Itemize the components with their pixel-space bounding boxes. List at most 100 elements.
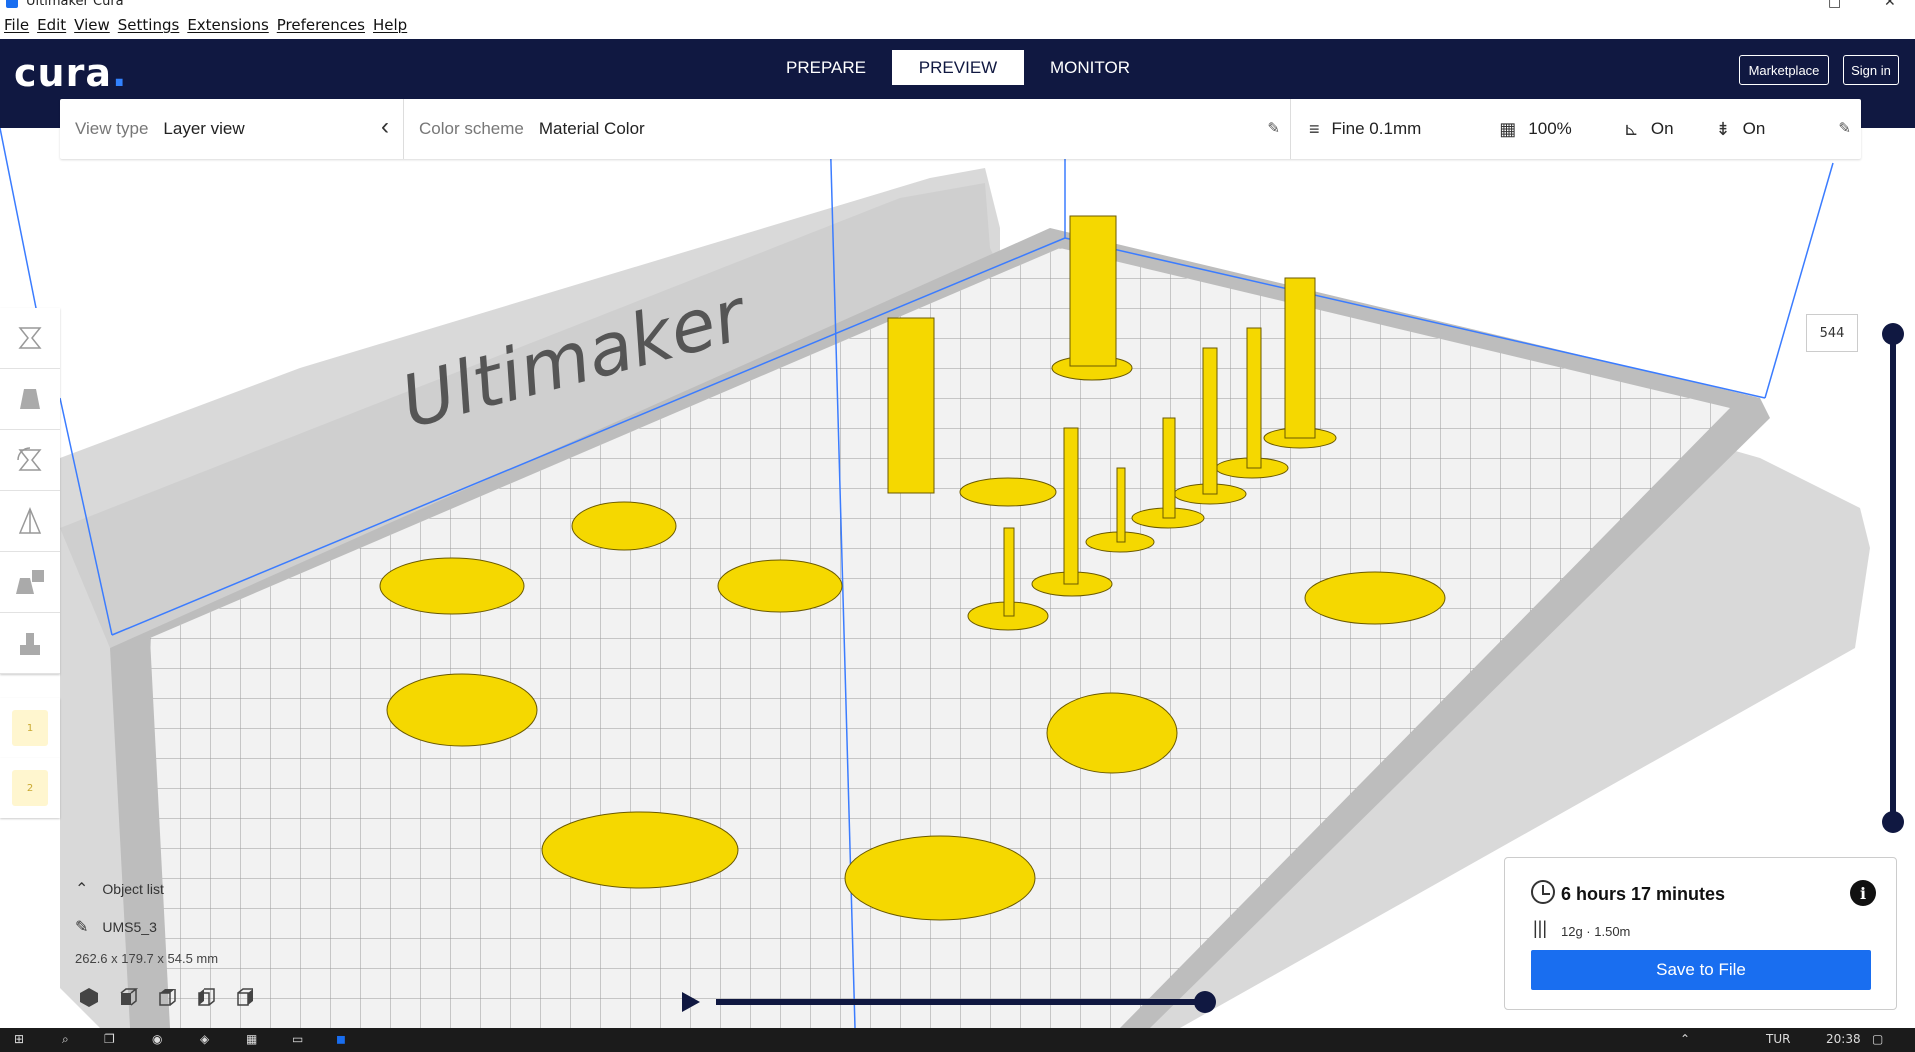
per-model-settings-tool[interactable] xyxy=(0,552,60,613)
move-tool[interactable] xyxy=(0,308,60,369)
tab-prepare[interactable]: PREPARE xyxy=(760,50,892,85)
move-icon xyxy=(18,327,42,349)
color-scheme-selector[interactable]: Color scheme Material Color ✎ xyxy=(404,99,1291,159)
front-view-icon[interactable] xyxy=(117,986,139,1008)
menu-settings[interactable]: Settings xyxy=(118,16,180,34)
object-name-row[interactable]: ✎ UMS5_3 xyxy=(75,917,218,937)
menu-preferences[interactable]: Preferences xyxy=(277,16,365,34)
spool-icon: ||| xyxy=(1533,918,1548,938)
object-dimensions: 262.6 x 179.7 x 54.5 mm xyxy=(75,951,219,966)
profile-layers-icon: ≡ xyxy=(1309,118,1320,139)
menu-bar: File Edit View Settings Extensions Prefe… xyxy=(0,10,1915,39)
infill-value: 100% xyxy=(1528,119,1572,138)
layer-slider-track[interactable] xyxy=(1890,334,1896,822)
color-scheme-label: Color scheme xyxy=(419,119,524,138)
taskbar-clock[interactable]: 20:38 xyxy=(1826,1032,1861,1046)
print-time: 6 hours 17 minutes xyxy=(1561,884,1726,904)
rotate-icon xyxy=(17,447,42,471)
build-volume-edge xyxy=(0,128,41,329)
support-blocker-icon xyxy=(20,633,40,655)
discord-icon[interactable]: ◈ xyxy=(200,1032,209,1046)
view-settings-bar: View type Layer view ‹ Color scheme Mate… xyxy=(60,99,1861,159)
close-icon[interactable]: ✕ xyxy=(1884,0,1896,10)
simulation-slider-track[interactable] xyxy=(716,999,1206,1005)
chevron-up-icon[interactable]: ⌃ xyxy=(1680,1032,1690,1046)
layer-slider-top-handle[interactable] xyxy=(1882,323,1904,345)
play-icon[interactable] xyxy=(680,990,702,1014)
object-list-toggle[interactable]: ⌃ Object list xyxy=(75,879,218,899)
pencil-icon[interactable]: ✎ xyxy=(1267,119,1280,137)
marketplace-button[interactable]: Marketplace xyxy=(1739,55,1829,85)
support-icon: ⊾ xyxy=(1623,118,1639,139)
adhesion-icon: ⇟ xyxy=(1715,118,1731,139)
tab-monitor[interactable]: MONITOR xyxy=(1024,50,1156,85)
right-view-icon[interactable] xyxy=(234,986,256,1008)
mirror-tool[interactable] xyxy=(0,491,60,552)
per-model-settings-icon xyxy=(16,570,44,594)
cura-taskbar-icon[interactable]: ◼ xyxy=(336,1032,346,1046)
object-name: UMS5_3 xyxy=(102,919,157,935)
camera-view-buttons xyxy=(78,986,256,1008)
support-blocker-tool[interactable] xyxy=(0,613,60,674)
simulation-slider-handle[interactable] xyxy=(1194,991,1216,1013)
print-info-panel: 6 hours 17 minutes i ||| 12g · 1.50m Sav… xyxy=(1504,857,1897,1010)
notification-icon[interactable]: ▢ xyxy=(1872,1032,1883,1046)
task-view-icon[interactable]: ❐ xyxy=(104,1032,115,1046)
menu-help[interactable]: Help xyxy=(373,16,407,34)
title-bar: Ultimaker Cura □ ✕ xyxy=(0,0,1915,10)
top-view-icon[interactable] xyxy=(156,986,178,1008)
sign-in-button[interactable]: Sign in xyxy=(1843,55,1899,85)
infill-setting: ▦ 100% xyxy=(1499,119,1572,140)
pencil-icon: ✎ xyxy=(75,919,89,936)
object-list-label: Object list xyxy=(102,881,164,897)
cura-window: Ultimaker Cura □ ✕ File Edit View Settin… xyxy=(0,0,1915,1052)
left-toolbar xyxy=(0,308,60,674)
infill-icon: ▦ xyxy=(1499,118,1517,139)
cura-app-icon xyxy=(6,0,18,8)
maximize-icon[interactable]: □ xyxy=(1828,0,1841,10)
print-settings-selector[interactable]: ≡ Fine 0.1mm ▦ 100% ⊾ On ⇟ On ✎ xyxy=(1291,99,1861,159)
clock-icon xyxy=(1531,880,1555,904)
color-scheme-value: Material Color xyxy=(538,119,645,138)
rotate-tool[interactable] xyxy=(0,430,60,491)
windows-start-icon[interactable]: ⊞ xyxy=(14,1032,24,1046)
info-icon[interactable]: i xyxy=(1850,880,1876,906)
cura-logo: cura. xyxy=(14,51,128,95)
input-language[interactable]: TUR xyxy=(1766,1032,1790,1046)
tab-preview[interactable]: PREVIEW xyxy=(892,50,1024,85)
search-icon[interactable]: ⌕ xyxy=(62,1032,69,1047)
pencil-icon[interactable]: ✎ xyxy=(1838,119,1851,137)
mirror-icon xyxy=(18,507,42,534)
menu-extensions[interactable]: Extensions xyxy=(187,16,268,34)
menu-edit[interactable]: Edit xyxy=(37,16,66,34)
view-type-value: Layer view xyxy=(163,119,245,138)
left-view-icon[interactable] xyxy=(195,986,217,1008)
calculator-icon[interactable]: ▦ xyxy=(246,1032,257,1046)
profile-setting: ≡ Fine 0.1mm xyxy=(1309,119,1421,140)
adhesion-setting: ⇟ On xyxy=(1716,119,1766,140)
scale-tool[interactable] xyxy=(0,369,60,430)
windows-taskbar: ⊞ ⌕ ❐ ◉ ◈ ▦ ▭ ◼ ⌃ TUR 20:38 ▢ xyxy=(0,1028,1915,1052)
material-usage: 12g · 1.50m xyxy=(1561,924,1631,939)
support-setting: ⊾ On xyxy=(1624,119,1674,140)
extension-note-2[interactable]: 2 xyxy=(0,758,60,818)
menu-file[interactable]: File xyxy=(4,16,29,34)
extension-note-1[interactable]: 1 xyxy=(0,698,60,758)
note-icon: 1 xyxy=(12,710,48,746)
chevron-left-icon[interactable]: ‹ xyxy=(381,113,389,141)
3d-view-icon[interactable] xyxy=(78,986,100,1008)
view-type-selector[interactable]: View type Layer view ‹ xyxy=(60,99,404,159)
stage-tabs: PREPARE PREVIEW MONITOR xyxy=(760,50,1156,85)
view-type-label: View type xyxy=(75,119,149,138)
file-explorer-icon[interactable]: ▭ xyxy=(292,1032,303,1046)
layer-slider-bottom-handle[interactable] xyxy=(1882,811,1904,833)
scale-icon xyxy=(20,389,40,409)
build-volume-edge xyxy=(1764,162,1834,399)
current-layer-box[interactable]: 544 xyxy=(1806,314,1858,352)
support-value: On xyxy=(1650,119,1674,138)
window-title: Ultimaker Cura xyxy=(26,0,124,9)
profile-value: Fine 0.1mm xyxy=(1331,119,1422,138)
menu-view[interactable]: View xyxy=(74,16,110,34)
chrome-icon[interactable]: ◉ xyxy=(152,1032,162,1046)
save-to-file-button[interactable]: Save to File xyxy=(1531,950,1871,990)
